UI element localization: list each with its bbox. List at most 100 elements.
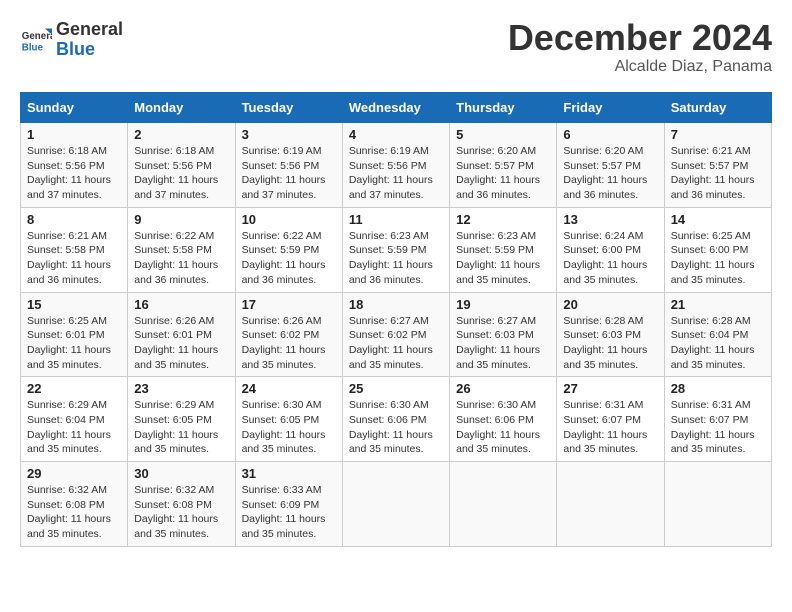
calendar-cell: 23Sunrise: 6:29 AMSunset: 6:05 PMDayligh… bbox=[128, 377, 235, 462]
calendar-cell: 19 Sunrise: 6:27 AMSunset: 6:03 PMDayligh… bbox=[450, 292, 557, 377]
day-info: Sunrise: 6:29 AMSunset: 6:04 PMDaylight:… bbox=[27, 398, 121, 457]
calendar-cell: 1 Sunrise: 6:18 AMSunset: 5:56 PMDaylight… bbox=[21, 123, 128, 208]
day-header-sunday: Sunday bbox=[21, 93, 128, 123]
logo-icon: General Blue bbox=[20, 24, 52, 56]
calendar-header-row: SundayMondayTuesdayWednesdayThursdayFrid… bbox=[21, 93, 772, 123]
day-number: 12 bbox=[456, 212, 550, 227]
day-info: Sunrise: 6:24 AMSunset: 6:00 PMDaylight:… bbox=[563, 229, 657, 288]
day-info: Sunrise: 6:22 AMSunset: 5:59 PMDaylight:… bbox=[242, 229, 336, 288]
day-number: 4 bbox=[349, 127, 443, 142]
day-info: Sunrise: 6:31 AMSunset: 6:07 PMDaylight:… bbox=[563, 398, 657, 457]
calendar-cell: 28 Sunrise: 6:31 AMSunset: 6:07 PMDayligh… bbox=[664, 377, 771, 462]
day-info: Sunrise: 6:25 AMSunset: 6:00 PMDaylight:… bbox=[671, 229, 765, 288]
day-number: 14 bbox=[671, 212, 765, 227]
day-number: 28 bbox=[671, 381, 765, 396]
day-info: Sunrise: 6:26 AMSunset: 6:02 PMDaylight:… bbox=[242, 314, 336, 373]
day-number: 6 bbox=[563, 127, 657, 142]
location: Alcalde Diaz, Panama bbox=[508, 58, 772, 76]
day-info: Sunrise: 6:26 AMSunset: 6:01 PMDaylight:… bbox=[134, 314, 228, 373]
day-info: Sunrise: 6:32 AMSunset: 6:08 PMDaylight:… bbox=[27, 483, 121, 542]
calendar-cell: 24 Sunrise: 6:30 AMSunset: 6:05 PMDayligh… bbox=[235, 377, 342, 462]
day-number: 26 bbox=[456, 381, 550, 396]
day-header-saturday: Saturday bbox=[664, 93, 771, 123]
month-title: December 2024 bbox=[508, 20, 772, 56]
calendar-cell: 25Sunrise: 6:30 AMSunset: 6:06 PMDayligh… bbox=[342, 377, 449, 462]
calendar-cell: 7 Sunrise: 6:21 AMSunset: 5:57 PMDaylight… bbox=[664, 123, 771, 208]
day-info: Sunrise: 6:21 AMSunset: 5:58 PMDaylight:… bbox=[27, 229, 121, 288]
calendar-cell bbox=[664, 462, 771, 547]
day-header-friday: Friday bbox=[557, 93, 664, 123]
day-number: 7 bbox=[671, 127, 765, 142]
calendar-cell: 5Sunrise: 6:20 AMSunset: 5:57 PMDaylight… bbox=[450, 123, 557, 208]
day-info: Sunrise: 6:30 AMSunset: 6:05 PMDaylight:… bbox=[242, 398, 336, 457]
day-info: Sunrise: 6:19 AMSunset: 5:56 PMDaylight:… bbox=[242, 144, 336, 203]
day-number: 31 bbox=[242, 466, 336, 481]
day-header-tuesday: Tuesday bbox=[235, 93, 342, 123]
calendar-cell: 14 Sunrise: 6:25 AMSunset: 6:00 PMDayligh… bbox=[664, 207, 771, 292]
day-number: 5 bbox=[456, 127, 550, 142]
day-number: 25 bbox=[349, 381, 443, 396]
day-number: 17 bbox=[242, 297, 336, 312]
day-header-monday: Monday bbox=[128, 93, 235, 123]
day-info: Sunrise: 6:28 AMSunset: 6:04 PMDaylight:… bbox=[671, 314, 765, 373]
week-row-4: 22 Sunrise: 6:29 AMSunset: 6:04 PMDayligh… bbox=[21, 377, 772, 462]
calendar-cell: 18 Sunrise: 6:27 AMSunset: 6:02 PMDayligh… bbox=[342, 292, 449, 377]
week-row-3: 15 Sunrise: 6:25 AMSunset: 6:01 PMDayligh… bbox=[21, 292, 772, 377]
day-header-thursday: Thursday bbox=[450, 93, 557, 123]
day-number: 15 bbox=[27, 297, 121, 312]
logo: General Blue General Blue bbox=[20, 20, 123, 60]
day-info: Sunrise: 6:18 AMSunset: 5:56 PMDaylight:… bbox=[27, 144, 121, 203]
day-info: Sunrise: 6:20 AMSunset: 5:57 PMDaylight:… bbox=[563, 144, 657, 203]
calendar-cell: 26 Sunrise: 6:30 AMSunset: 6:06 PMDayligh… bbox=[450, 377, 557, 462]
day-info: Sunrise: 6:30 AMSunset: 6:06 PMDaylight:… bbox=[456, 398, 550, 457]
calendar-cell: 21 Sunrise: 6:28 AMSunset: 6:04 PMDayligh… bbox=[664, 292, 771, 377]
day-number: 10 bbox=[242, 212, 336, 227]
calendar-cell: 17 Sunrise: 6:26 AMSunset: 6:02 PMDayligh… bbox=[235, 292, 342, 377]
day-number: 21 bbox=[671, 297, 765, 312]
calendar-cell bbox=[557, 462, 664, 547]
day-number: 19 bbox=[456, 297, 550, 312]
page-header: General Blue General Blue December 2024 … bbox=[20, 20, 772, 76]
day-number: 11 bbox=[349, 212, 443, 227]
calendar-cell: 8 Sunrise: 6:21 AMSunset: 5:58 PMDaylight… bbox=[21, 207, 128, 292]
day-header-wednesday: Wednesday bbox=[342, 93, 449, 123]
calendar-cell: 20 Sunrise: 6:28 AMSunset: 6:03 PMDayligh… bbox=[557, 292, 664, 377]
day-info: Sunrise: 6:33 AMSunset: 6:09 PMDaylight:… bbox=[242, 483, 336, 542]
calendar-cell: 15 Sunrise: 6:25 AMSunset: 6:01 PMDayligh… bbox=[21, 292, 128, 377]
day-info: Sunrise: 6:27 AMSunset: 6:03 PMDaylight:… bbox=[456, 314, 550, 373]
calendar-cell bbox=[450, 462, 557, 547]
day-info: Sunrise: 6:21 AMSunset: 5:57 PMDaylight:… bbox=[671, 144, 765, 203]
day-info: Sunrise: 6:19 AMSunset: 5:56 PMDaylight:… bbox=[349, 144, 443, 203]
day-number: 22 bbox=[27, 381, 121, 396]
day-number: 13 bbox=[563, 212, 657, 227]
calendar-cell: 10 Sunrise: 6:22 AMSunset: 5:59 PMDayligh… bbox=[235, 207, 342, 292]
day-info: Sunrise: 6:18 AMSunset: 5:56 PMDaylight:… bbox=[134, 144, 228, 203]
calendar-cell: 3 Sunrise: 6:19 AMSunset: 5:56 PMDaylight… bbox=[235, 123, 342, 208]
calendar-cell: 11 Sunrise: 6:23 AMSunset: 5:59 PMDayligh… bbox=[342, 207, 449, 292]
svg-text:General: General bbox=[22, 31, 52, 42]
day-info: Sunrise: 6:28 AMSunset: 6:03 PMDaylight:… bbox=[563, 314, 657, 373]
day-number: 8 bbox=[27, 212, 121, 227]
calendar-cell bbox=[342, 462, 449, 547]
calendar-cell: 2 Sunrise: 6:18 AMSunset: 5:56 PMDaylight… bbox=[128, 123, 235, 208]
calendar-body: 1 Sunrise: 6:18 AMSunset: 5:56 PMDaylight… bbox=[21, 123, 772, 547]
day-number: 23 bbox=[134, 381, 228, 396]
day-number: 9 bbox=[134, 212, 228, 227]
day-info: Sunrise: 6:25 AMSunset: 6:01 PMDaylight:… bbox=[27, 314, 121, 373]
day-number: 20 bbox=[563, 297, 657, 312]
day-number: 2 bbox=[134, 127, 228, 142]
day-number: 18 bbox=[349, 297, 443, 312]
day-number: 1 bbox=[27, 127, 121, 142]
day-number: 3 bbox=[242, 127, 336, 142]
week-row-2: 8 Sunrise: 6:21 AMSunset: 5:58 PMDaylight… bbox=[21, 207, 772, 292]
day-info: Sunrise: 6:31 AMSunset: 6:07 PMDaylight:… bbox=[671, 398, 765, 457]
day-info: Sunrise: 6:23 AMSunset: 5:59 PMDaylight:… bbox=[349, 229, 443, 288]
calendar-cell: 13 Sunrise: 6:24 AMSunset: 6:00 PMDayligh… bbox=[557, 207, 664, 292]
day-number: 16 bbox=[134, 297, 228, 312]
day-info: Sunrise: 6:32 AMSunset: 6:08 PMDaylight:… bbox=[134, 483, 228, 542]
calendar-cell: 30Sunrise: 6:32 AMSunset: 6:08 PMDayligh… bbox=[128, 462, 235, 547]
day-info: Sunrise: 6:27 AMSunset: 6:02 PMDaylight:… bbox=[349, 314, 443, 373]
calendar-cell: 9Sunrise: 6:22 AMSunset: 5:58 PMDaylight… bbox=[128, 207, 235, 292]
day-number: 24 bbox=[242, 381, 336, 396]
calendar-cell: 6 Sunrise: 6:20 AMSunset: 5:57 PMDaylight… bbox=[557, 123, 664, 208]
